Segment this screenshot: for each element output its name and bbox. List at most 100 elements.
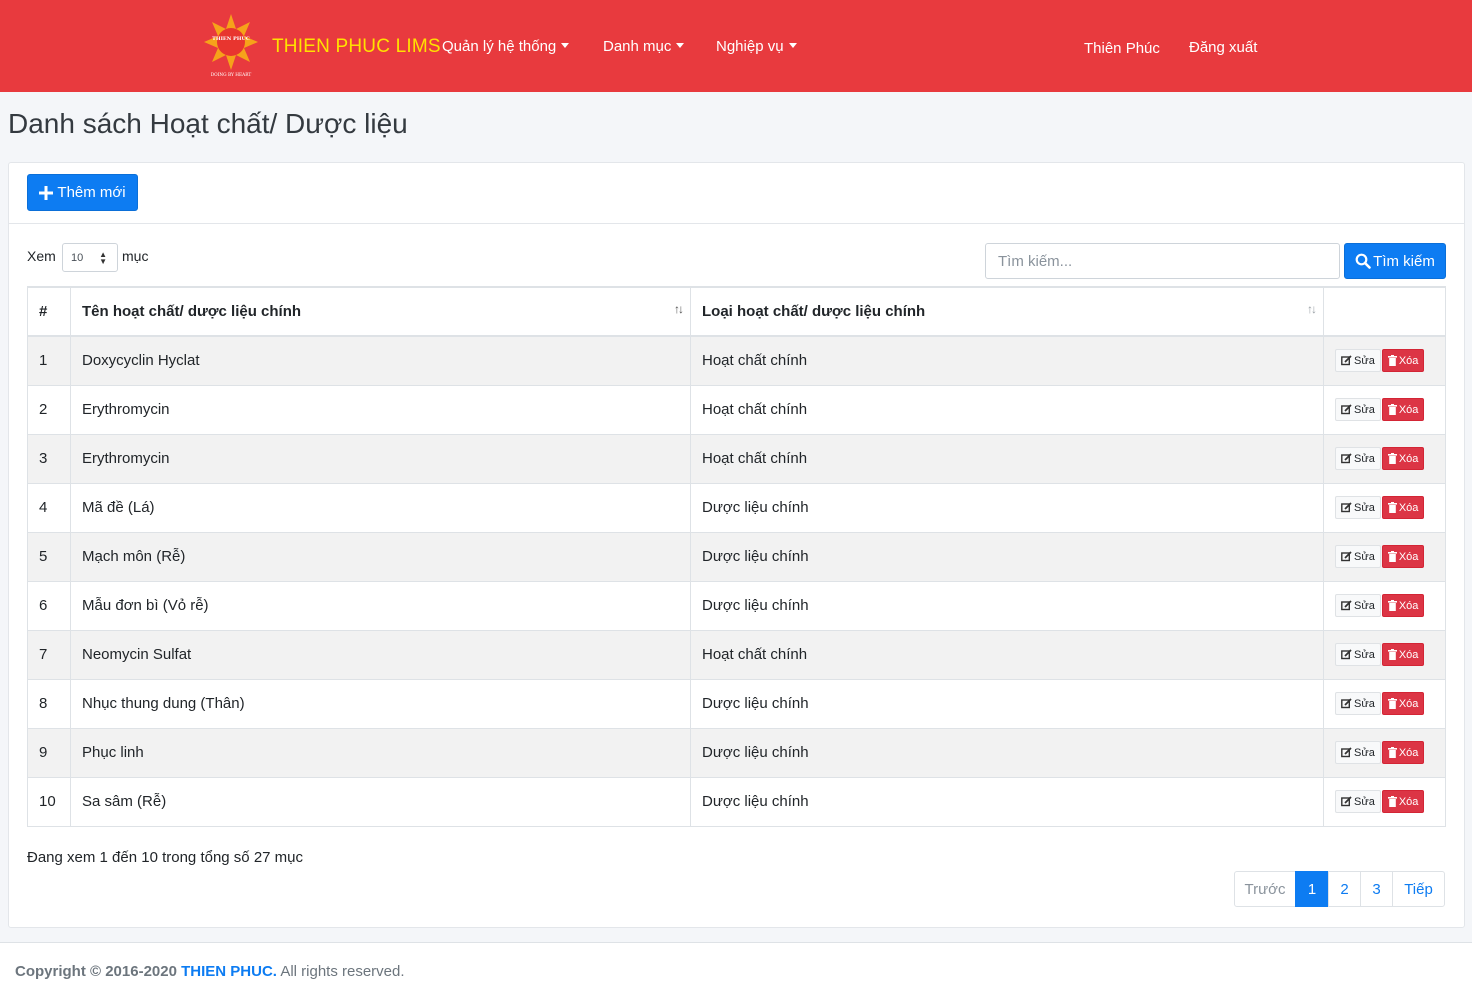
delete-button[interactable]: Xóa: [1381, 496, 1425, 519]
delete-button[interactable]: Xóa: [1381, 447, 1425, 470]
trash-icon: [1387, 404, 1397, 415]
edit-button[interactable]: Sửa: [1335, 741, 1381, 764]
edit-button[interactable]: Sửa: [1335, 790, 1381, 813]
menu-system-management[interactable]: Quản lý hệ thống: [442, 38, 570, 55]
row-index: 10: [27, 776, 71, 827]
menu-catalog-label: Danh mục: [603, 38, 672, 55]
table-row: 2 Erythromycin Hoạt chất chính Sửa Xóa: [27, 384, 1446, 435]
delete-button[interactable]: Xóa: [1381, 594, 1425, 617]
delete-label: Xóa: [1398, 403, 1419, 416]
caret-down-icon: [561, 43, 570, 48]
row-name: Mã đề (Lá): [70, 482, 691, 533]
edit-icon: [1341, 551, 1352, 562]
card-header: Thêm mới: [9, 163, 1464, 224]
menu-operations[interactable]: Nghiệp vụ: [716, 38, 797, 55]
page-length-select[interactable]: 10 ▲ ▼: [62, 243, 118, 272]
delete-button[interactable]: Xóa: [1381, 643, 1425, 666]
edit-button[interactable]: Sửa: [1335, 643, 1381, 666]
table-row: 5 Mạch môn (Rễ) Dược liệu chính Sửa Xóa: [27, 531, 1446, 582]
row-actions: Sửa Xóa: [1323, 629, 1446, 680]
column-header-name[interactable]: Tên hoạt chất/ dược liệu chính ↑↓: [70, 286, 691, 337]
select-arrows-icon: ▲ ▼: [99, 250, 107, 266]
plus-icon: [39, 185, 54, 200]
row-actions: Sửa Xóa: [1323, 335, 1446, 386]
row-index: 1: [27, 335, 71, 386]
sort-icon: ↑↓: [1307, 302, 1317, 316]
edit-icon: [1341, 698, 1352, 709]
row-index: 3: [27, 433, 71, 484]
table-body: 1 Doxycyclin Hyclat Hoạt chất chính Sửa Xóa 2…: [27, 335, 1446, 827]
row-name: Phục linh: [70, 727, 691, 778]
user-menu[interactable]: Thiên Phúc: [1084, 40, 1160, 57]
search-button[interactable]: Tìm kiếm: [1344, 243, 1446, 279]
page-title: Danh sách Hoạt chất/ Dược liệu: [8, 108, 408, 139]
delete-label: Xóa: [1398, 746, 1419, 759]
pagination-page-2[interactable]: 2: [1328, 871, 1361, 907]
column-header-index: #: [27, 286, 71, 337]
logo-text-top: THIEN PHUC: [212, 36, 250, 42]
trash-icon: [1387, 698, 1397, 709]
row-name: Doxycyclin Hyclat: [70, 335, 691, 386]
edit-button[interactable]: Sửa: [1335, 496, 1381, 519]
edit-button[interactable]: Sửa: [1335, 692, 1381, 715]
edit-icon: [1341, 404, 1352, 415]
page-length-suffix: mục: [122, 248, 149, 264]
row-actions: Sửa Xóa: [1323, 384, 1446, 435]
pagination: Trước 1 2 3 Tiếp: [1234, 871, 1445, 907]
delete-button[interactable]: Xóa: [1381, 790, 1425, 813]
row-type: Hoạt chất chính: [690, 335, 1324, 386]
table-row: 7 Neomycin Sulfat Hoạt chất chính Sửa Xóa: [27, 629, 1446, 680]
search-icon: [1355, 253, 1371, 269]
delete-button[interactable]: Xóa: [1381, 741, 1425, 764]
trash-icon: [1387, 747, 1397, 758]
search-input[interactable]: [985, 243, 1340, 279]
row-type: Dược liệu chính: [690, 531, 1324, 582]
data-table: # Tên hoạt chất/ dược liệu chính ↑↓ Loại…: [27, 286, 1446, 827]
footer: Copyright © 2016-2020 THIEN PHUC. All ri…: [0, 942, 1472, 997]
edit-button[interactable]: Sửa: [1335, 349, 1381, 373]
delete-button[interactable]: Xóa: [1381, 692, 1425, 715]
menu-catalog[interactable]: Danh mục: [603, 38, 685, 55]
edit-button[interactable]: Sửa: [1335, 398, 1381, 421]
company-logo[interactable]: THIEN PHUC DOING BY HEART: [202, 12, 260, 78]
menu-operations-label: Nghiệp vụ: [716, 38, 784, 55]
pagination-page-1[interactable]: 1: [1295, 871, 1329, 907]
delete-label: Xóa: [1398, 795, 1419, 808]
add-new-label: Thêm mới: [57, 184, 126, 201]
pagination-page-3[interactable]: 3: [1360, 871, 1393, 907]
row-name: Neomycin Sulfat: [70, 629, 691, 680]
delete-button[interactable]: Xóa: [1381, 349, 1425, 373]
row-name: Mạch môn (Rễ): [70, 531, 691, 582]
brand-name[interactable]: THIEN PHUC LIMS: [272, 36, 441, 58]
page-length-prefix: Xem: [27, 248, 56, 264]
edit-button[interactable]: Sửa: [1335, 545, 1381, 568]
copyright-prefix: Copyright © 2016-2020: [15, 963, 177, 980]
edit-button[interactable]: Sửa: [1335, 447, 1381, 470]
edit-icon: [1341, 355, 1352, 366]
pagination-prev[interactable]: Trước: [1234, 871, 1296, 907]
row-actions: Sửa Xóa: [1323, 433, 1446, 484]
pagination-next[interactable]: Tiếp: [1392, 871, 1445, 907]
copyright: Copyright © 2016-2020 THIEN PHUC. All ri…: [15, 963, 405, 980]
trash-icon: [1387, 649, 1397, 660]
trash-icon: [1387, 355, 1397, 367]
sort-icon: ↑↓: [674, 302, 684, 316]
delete-button[interactable]: Xóa: [1381, 545, 1425, 568]
table-row: 1 Doxycyclin Hyclat Hoạt chất chính Sửa Xóa: [27, 335, 1446, 386]
row-index: 2: [27, 384, 71, 435]
add-new-button[interactable]: Thêm mới: [27, 174, 138, 211]
row-actions: Sửa Xóa: [1323, 482, 1446, 533]
table-info: Đang xem 1 đến 10 trong tổng số 27 mục: [27, 849, 304, 866]
delete-button[interactable]: Xóa: [1381, 398, 1425, 421]
edit-label: Sửa: [1354, 452, 1375, 465]
delete-label: Xóa: [1398, 452, 1419, 465]
table-header-row: # Tên hoạt chất/ dược liệu chính ↑↓ Loại…: [27, 286, 1446, 337]
column-header-type[interactable]: Loại hoạt chất/ dược liệu chính ↑↓: [690, 286, 1324, 337]
table-row: 10 Sa sâm (Rễ) Dược liệu chính Sửa Xóa: [27, 776, 1446, 827]
logout-link[interactable]: Đăng xuất: [1189, 39, 1257, 56]
row-actions: Sửa Xóa: [1323, 580, 1446, 631]
table-row: 6 Mẫu đơn bì (Vỏ rễ) Dược liệu chính Sửa Xóa: [27, 580, 1446, 631]
copyright-company[interactable]: THIEN PHUC.: [181, 963, 277, 980]
edit-button[interactable]: Sửa: [1335, 594, 1381, 617]
menu-system-management-label: Quản lý hệ thống: [442, 38, 557, 55]
